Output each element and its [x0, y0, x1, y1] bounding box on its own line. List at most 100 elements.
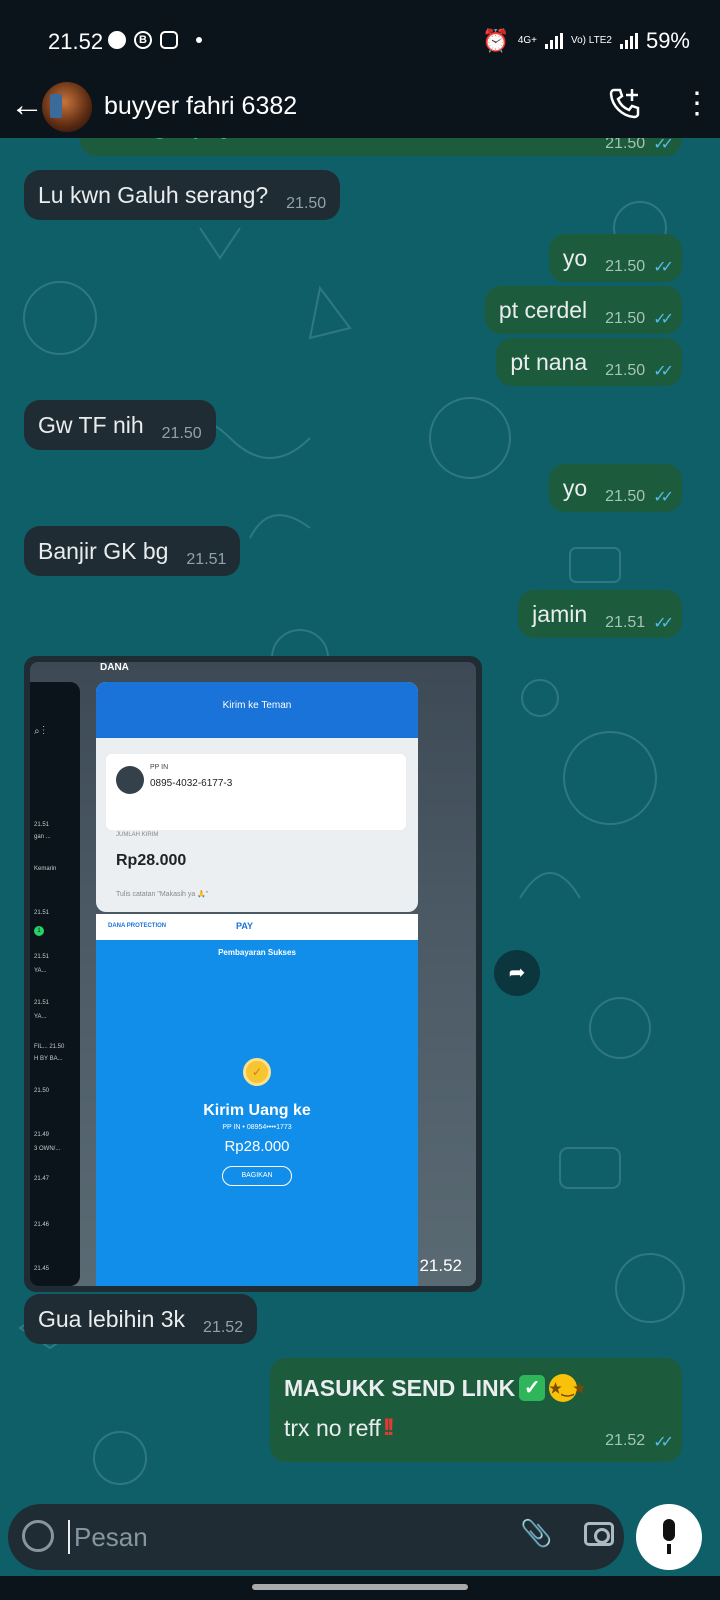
message-in[interactable]: Gw TF nih 21.50	[24, 400, 216, 450]
message-line-1: MASUKK SEND LINK ✓ ★‿★	[284, 1374, 668, 1402]
amount-label: JUMLAH KIRIM	[116, 832, 159, 838]
message-meta: 21.51 ✓✓	[605, 613, 674, 633]
masked-phone: PP IN • 08954••••1773	[222, 1124, 292, 1131]
message-in[interactable]: Lu kwn Galuh serang? 21.50	[24, 170, 341, 220]
read-ticks-icon: ✓✓	[653, 615, 674, 632]
message-meta: 21.52 ✓✓	[605, 1432, 674, 1452]
message-out[interactable]: jamin 21.51 ✓✓	[518, 590, 682, 638]
message-in[interactable]: Gua lebihin 3k 21.52	[24, 1294, 258, 1344]
input-placeholder: Pesan	[74, 1522, 148, 1552]
double-exclamation-emoji-icon: !!	[382, 1414, 395, 1441]
message-out[interactable]: yo 21.50 ✓✓	[548, 464, 682, 512]
recipient-avatar	[116, 766, 144, 794]
status-bar: 21.52 B ⏰ 4G+ Vo) LTE2 59%	[0, 0, 720, 80]
message-time: 21.52	[203, 1319, 244, 1336]
signal-icon-1	[545, 33, 563, 49]
battery-level: 59%	[645, 28, 690, 53]
contact-name[interactable]: buyyer fahri 6382	[104, 92, 297, 121]
message-time: 21.51	[186, 551, 227, 568]
chat-header: ← buyyer fahri 6382 ⋮	[0, 80, 720, 138]
contact-avatar[interactable]	[42, 82, 92, 132]
message-meta: 21.50 ✓✓	[605, 361, 674, 381]
star-struck-emoji-icon: ★‿★	[549, 1374, 586, 1402]
panel-text: Kemarin	[34, 866, 57, 872]
send-title: Kirim Uang ke	[203, 1102, 311, 1119]
message-out[interactable]: yo 21.50 ✓✓	[548, 234, 682, 282]
message-out[interactable]: pt cerdel 21.50 ✓✓	[484, 286, 682, 334]
unread-badge: 1	[34, 926, 44, 936]
message-meta: 21.50 ✓✓	[605, 487, 674, 507]
instagram-icon	[160, 31, 178, 49]
search-icon: ⌕ ⋮	[34, 726, 45, 737]
attach-icon[interactable]: 📎	[520, 1518, 552, 1549]
panel-text: 21.50	[34, 1088, 50, 1094]
emoji-sticker-icon[interactable]	[22, 1520, 54, 1552]
camera-icon[interactable]	[584, 1522, 614, 1546]
payment-success-card: DANA PROTECTION PAY Pembayaran Sukses ✓ …	[96, 914, 418, 1286]
message-text: yo	[562, 244, 588, 271]
gesture-nav-bar	[0, 1576, 720, 1600]
panel-text: 21.46	[34, 1222, 50, 1228]
image-message[interactable]: DANA ⌕ ⋮ 21.51 gan ... Kemarin 21.51 1 2…	[24, 656, 482, 1292]
message-time: 21.50	[161, 425, 202, 442]
network-type-2: Vo) LTE2	[571, 35, 612, 46]
forward-icon[interactable]: ➦	[494, 950, 540, 996]
message-time: 21.50	[605, 258, 646, 275]
read-ticks-icon: ✓✓	[653, 489, 674, 506]
more-options-icon[interactable]: ⋮	[682, 86, 712, 121]
message-time: 21.51	[605, 614, 646, 631]
panel-text: H BY BA...	[34, 1056, 63, 1062]
read-ticks-icon: ✓✓	[653, 311, 674, 328]
status-time: 21.52	[48, 29, 104, 54]
message-time: 21.50	[605, 362, 646, 379]
recent-chats-panel: ⌕ ⋮ 21.51 gan ... Kemarin 21.51 1 21.51 …	[30, 682, 80, 1286]
screenshot-image[interactable]: DANA ⌕ ⋮ 21.51 gan ... Kemarin 21.51 1 2…	[30, 662, 476, 1286]
recipient-label: PP IN	[150, 764, 169, 771]
message-text: Gw TF nih	[38, 411, 144, 438]
message-out[interactable]: pt nana 21.50 ✓✓	[496, 338, 682, 386]
message-time: 21.50	[605, 310, 646, 327]
image-time: 21.52	[419, 1256, 462, 1275]
mic-icon[interactable]	[636, 1504, 702, 1570]
panel-text: 21.45	[34, 1266, 50, 1272]
read-ticks-icon: ✓✓	[653, 363, 674, 380]
pay-label: PAY	[236, 921, 254, 931]
read-ticks-icon: ✓✓	[653, 259, 674, 276]
panel-text: 21.47	[34, 1176, 50, 1182]
more-notifications-icon	[196, 37, 202, 43]
message-in[interactable]: Banjir GK bg 21.51	[24, 526, 241, 576]
message-meta: 21.50 ✓✓	[605, 309, 674, 329]
dana-app-label: DANA	[100, 662, 129, 673]
transfer-form-card: Kirim ke Teman PP IN 0895-4032-6177-3 JU…	[96, 682, 418, 912]
read-ticks-icon: ✓✓	[653, 138, 674, 153]
panel-text: FIL... 21.50	[34, 1044, 65, 1050]
message-time: 21.50	[286, 195, 327, 212]
share-button: BAGIKAN	[222, 1166, 292, 1186]
message-text: Banjir GK bg	[38, 537, 169, 564]
check-mark-emoji-icon: ✓	[519, 1375, 546, 1401]
protection-label: DANA PROTECTION	[108, 923, 167, 929]
panel-text: 3 OWN/...	[34, 1146, 61, 1152]
message-out-partial[interactable]: selengkapnya 21.50 ✓✓	[80, 138, 682, 156]
panel-text: YA...	[34, 968, 47, 974]
notification-icons: B	[108, 31, 202, 49]
panel-text: 21.51	[34, 954, 50, 960]
message-text: selengkapnya	[94, 138, 246, 140]
add-call-icon[interactable]	[608, 86, 642, 120]
back-arrow-icon[interactable]: ←	[10, 86, 44, 125]
message-out-multiline[interactable]: MASUKK SEND LINK ✓ ★‿★ trx no reff !! 21…	[270, 1358, 682, 1462]
message-text: trx no reff	[284, 1414, 381, 1441]
panel-text: 21.51	[34, 1000, 50, 1006]
message-time: 21.52	[605, 1432, 646, 1449]
message-meta: 21.50 ✓✓	[605, 138, 674, 154]
message-text: jamin	[532, 600, 588, 627]
message-time: 21.50	[605, 138, 646, 152]
panel-text: 21.51	[34, 910, 50, 916]
network-type-1: 4G+	[517, 35, 537, 46]
recipient-phone: 0895-4032-6177-3	[150, 778, 233, 789]
message-text: Lu kwn Galuh serang?	[38, 181, 269, 208]
home-handle[interactable]	[252, 1584, 468, 1590]
message-input[interactable]: Pesan 📎	[8, 1504, 624, 1570]
system-icons: ⏰ 4G+ Vo) LTE2 59%	[482, 28, 690, 54]
chat-area[interactable]: selengkapnya 21.50 ✓✓ Lu kwn Galuh serang…	[0, 138, 720, 1500]
